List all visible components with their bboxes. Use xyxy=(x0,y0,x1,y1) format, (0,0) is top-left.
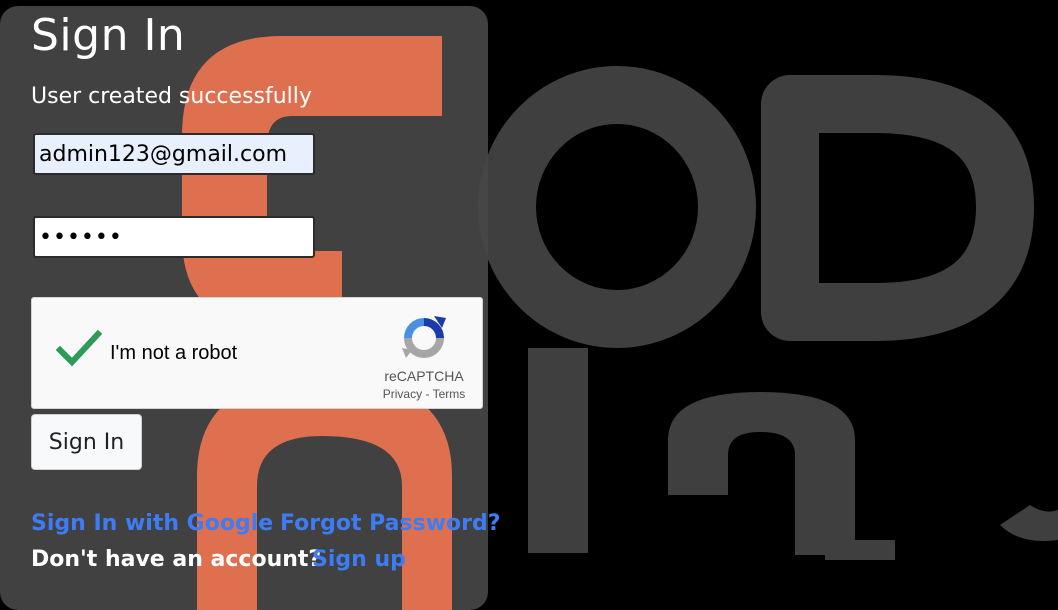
sign-up-link[interactable]: Sign up xyxy=(312,547,406,572)
recaptcha-legal: Privacy - Terms xyxy=(368,387,480,401)
no-account-text: Don't have an account? xyxy=(31,547,322,572)
recaptcha-privacy-link[interactable]: Privacy xyxy=(383,387,422,401)
recaptcha-widget: I'm not a robot reCAPTCHA Privacy - Term… xyxy=(31,297,483,409)
email-input[interactable] xyxy=(33,133,315,175)
google-sign-in-link[interactable]: Sign In with Google xyxy=(31,511,273,536)
success-message: User created successfully xyxy=(31,84,312,109)
recaptcha-brand: reCAPTCHA xyxy=(384,368,464,384)
signin-page: Sign In User created successfully I'm no… xyxy=(0,0,1058,610)
page-title: Sign In xyxy=(31,10,186,61)
recaptcha-terms-link[interactable]: Terms xyxy=(433,387,466,401)
check-icon[interactable] xyxy=(55,328,103,368)
recaptcha-checkbox-label: I'm not a robot xyxy=(110,342,238,364)
forgot-password-link[interactable]: Forgot Password? xyxy=(280,511,501,536)
recaptcha-separator: - xyxy=(422,387,433,401)
recaptcha-logo-icon xyxy=(398,312,450,364)
password-input[interactable] xyxy=(33,216,315,258)
sign-in-button[interactable]: Sign In xyxy=(31,414,142,470)
